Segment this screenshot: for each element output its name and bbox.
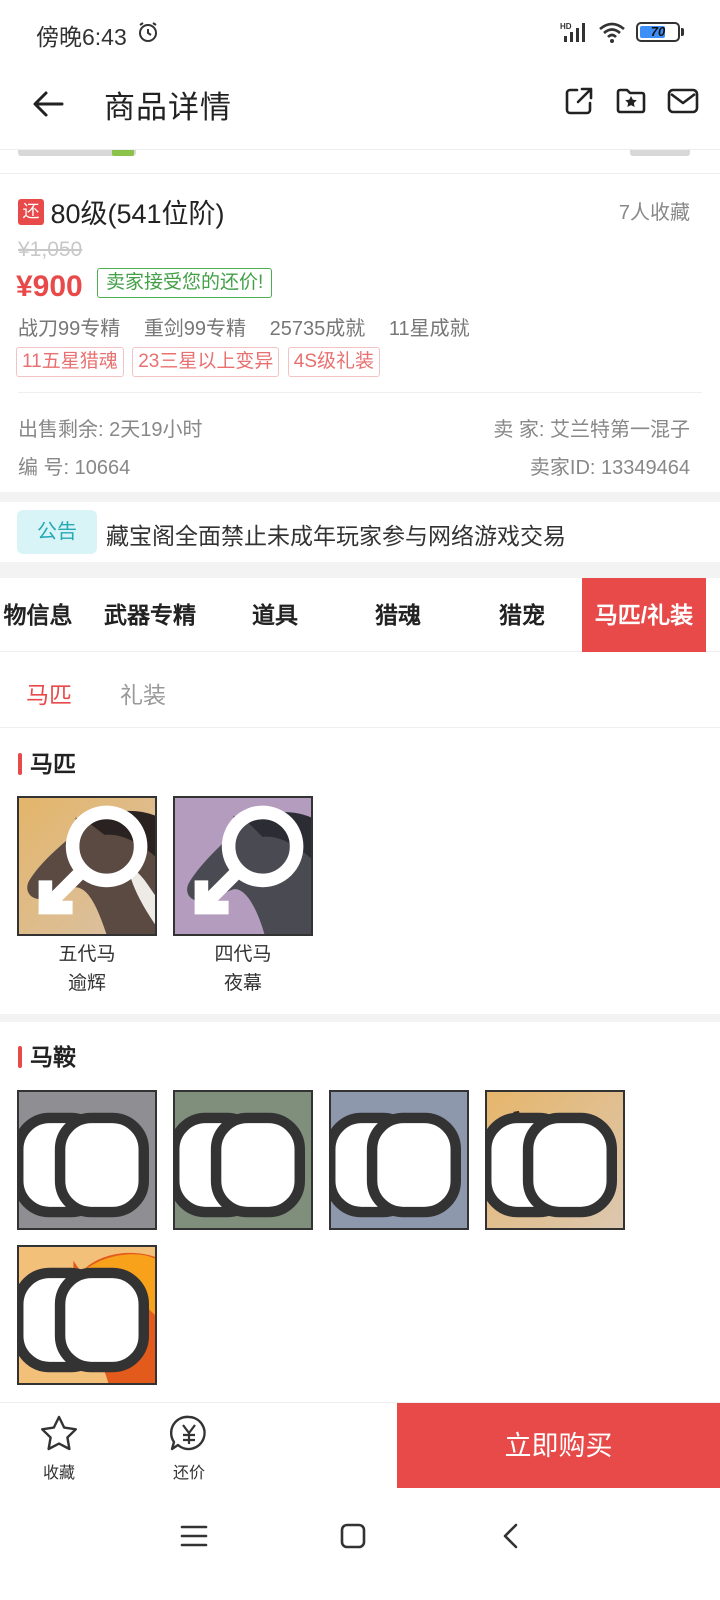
signal-icon: HD [560,22,585,42]
section-gap [0,492,720,502]
system-nav-bar [0,1488,720,1600]
bound-icon [331,1112,461,1218]
horse-caption: 五代马 逾辉 [17,940,157,998]
spec-item: 战刀99专精 [18,318,121,340]
notice-text: 藏宝阁全面禁止未成年玩家参与网络游戏交易 [106,523,566,549]
bound-icon [19,1267,149,1373]
favorite-folder-icon[interactable] [614,84,648,118]
bargain-label: 还价 [172,1465,205,1482]
saddle-section-title: 马鞍 [18,1043,76,1071]
horse-generation: 五代马 [58,944,116,965]
tab-items[interactable]: 道具 [215,578,335,652]
svg-text:HD: HD [560,22,572,31]
favorite-button[interactable]: 收藏 [24,1413,94,1483]
horse-generation: 四代马 [214,944,272,965]
saddle-item[interactable] [17,1090,157,1230]
battery-level: 70 [650,24,666,39]
feature-tag: 11五星猎魂 [16,347,124,377]
original-price: ¥1,050 [18,238,83,261]
feature-tag: 23三星以上变异 [132,347,280,377]
share-icon[interactable] [562,84,596,118]
horse-item[interactable] [173,796,313,936]
status-time: 傍晚6:43 [36,24,127,50]
buy-now-button[interactable]: 立即购买 [397,1403,720,1489]
wifi-icon [599,22,625,43]
bottom-action-bar: 收藏 还价 立即购买 [0,1402,720,1489]
bargain-button[interactable]: 还价 [154,1413,224,1483]
seller-name[interactable]: 卖 家: 艾兰特第一混子 [493,413,690,442]
subtab-outfit[interactable]: 礼装 [120,676,166,710]
tab-weapon-mastery[interactable]: 武器专精 [90,578,210,652]
horse-name: 逾辉 [67,973,106,994]
product-title-row: 还 80级(541位阶) [18,192,225,229]
notice-badge: 公告 [17,510,97,554]
back-arrow-icon[interactable] [28,84,68,124]
alarm-icon [139,22,157,42]
serial-number: 编 号: 10664 [18,457,131,479]
back-nav-icon[interactable] [492,1516,532,1556]
seller-id: 卖家ID: 13349464 [529,457,690,479]
menu-icon[interactable] [174,1516,214,1556]
saddle-item[interactable] [329,1090,469,1230]
bound-icon [19,1112,149,1218]
horse-name: 夜幕 [223,973,262,994]
spec-item: 重剑99专精 [143,318,247,340]
spec-item: 11星成就 [388,318,470,340]
bound-icon [487,1112,617,1218]
female-icon [194,805,304,915]
tab-hunt-soul[interactable]: 猎魂 [338,578,458,652]
horse-caption: 四代马 夜幕 [173,940,313,998]
section-gap [0,562,720,578]
tab-horse-outfit[interactable]: 马匹/礼装 [582,578,706,652]
horse-item[interactable] [17,796,157,936]
category-tab-bar: 物信息 武器专精 道具 猎魂 猎宠 马匹/礼装 [0,578,720,652]
tab-hunt-pet[interactable]: 猎宠 [462,578,582,652]
feature-tag: 4S级礼装 [287,347,381,377]
horse-section-title: 马匹 [18,750,76,778]
bound-icon [175,1112,305,1218]
message-icon[interactable] [666,84,700,118]
divider [18,392,702,393]
spec-item: 25735成就 [269,318,366,340]
product-title: 80级(541位阶) [50,199,225,229]
section-gap [0,1014,720,1022]
accept-bargain-tag: 卖家接受您的还价! [97,268,273,298]
battery-icon: 70 [636,22,684,42]
subtab-horse[interactable]: 马匹 [26,676,72,710]
saddle-item[interactable] [485,1090,625,1230]
female-icon [38,805,148,915]
saddle-item[interactable] [17,1245,157,1385]
return-badge: 还 [18,198,44,225]
subtab-bar: 马匹 礼装 [0,652,720,728]
tags-row: 11五星猎魂 23三星以上变异 4S级礼装 [16,347,384,377]
home-icon[interactable] [333,1516,373,1556]
yuan-bubble-icon [169,1415,206,1451]
remaining-time: 出售剩余: 2天19小时 [18,419,203,441]
status-bar: 傍晚6:43 HD 70 [0,0,720,64]
clipped-previous-row [0,150,720,174]
star-icon [41,1415,77,1451]
current-price: ¥900 [16,270,83,303]
favorite-count: 7人收藏 [618,202,690,224]
favorite-label: 收藏 [42,1465,75,1482]
notice-bar[interactable]: 公告 藏宝阁全面禁止未成年玩家参与网络游戏交易 [0,502,720,562]
tab-role-info[interactable]: 物信息 [0,578,86,652]
page-title: 商品详情 [104,90,232,125]
saddle-item[interactable] [173,1090,313,1230]
app-header: 商品详情 [0,64,720,150]
specs-row: 战刀99专精 重剑99专精 25735成就 11星成就 [18,312,488,341]
